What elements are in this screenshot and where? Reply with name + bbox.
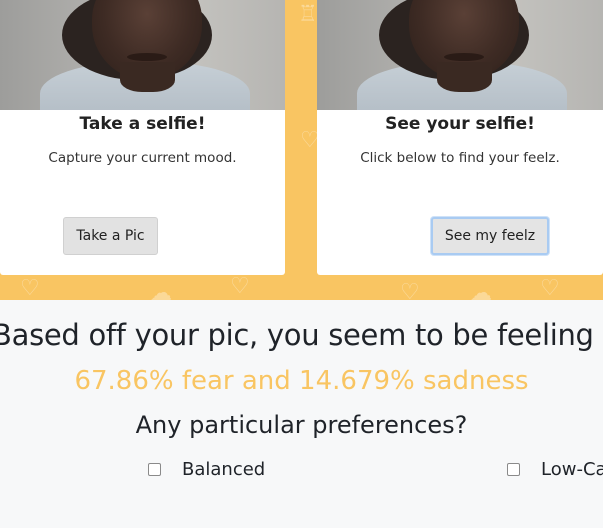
results-section: Based off your pic, you seem to be feeli… [0,300,603,528]
preference-label: Low-Ca [541,459,603,480]
page: ♖ ♡ ♡ ♡ ♡ ♡ ☁ ☁ Take a selfie! Capture y… [0,0,603,528]
low-carb-checkbox[interactable] [507,463,520,476]
preference-label: Balanced [182,459,266,480]
heart-icon: ♡ [400,280,420,301]
cloud-icon: ☁ [470,281,492,301]
see-my-feelz-button[interactable]: See my feelz [431,217,549,255]
card-title: See your selfie! [385,114,535,134]
take-selfie-card: Take a selfie! Capture your current mood… [0,0,285,275]
preferences-heading: Any particular preferences? [135,411,468,439]
webcam-preview [0,0,285,110]
card-description: Click below to find your feelz. [360,150,560,166]
preference-option-low-carb[interactable]: Low-Ca [507,459,603,480]
take-pic-button[interactable]: Take a Pic [63,217,158,255]
selfie-image [317,0,603,110]
results-heading: Based off your pic, you seem to be feeli… [0,318,594,352]
balanced-checkbox[interactable] [148,463,161,476]
emotion-result: 67.86% fear and 14.679% sadness [74,366,529,396]
card-description: Capture your current mood. [48,150,237,166]
card-title: Take a selfie! [79,114,206,134]
decor-icon: ♖ [298,2,318,27]
see-selfie-card: See your selfie! Click below to find you… [317,0,603,275]
preference-option-balanced[interactable]: Balanced [148,459,265,480]
heart-icon: ♡ [20,276,40,300]
heart-icon: ♡ [540,276,560,300]
heart-icon: ♡ [230,274,250,299]
cloud-icon: ☁ [150,281,172,301]
